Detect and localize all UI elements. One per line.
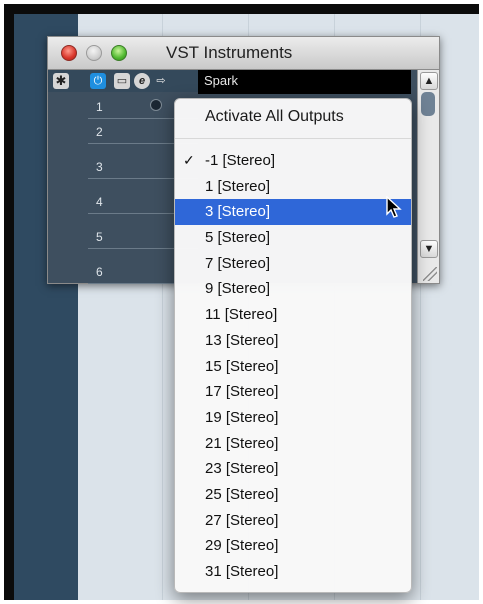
menu-item-label: 29 [Stereo] [205, 537, 279, 555]
resize-grip-icon[interactable] [423, 267, 437, 281]
menu-item-label: 11 [Stereo] [205, 306, 278, 324]
window-title: VST Instruments [166, 43, 293, 62]
menu-item-output[interactable]: 21 [Stereo] [175, 431, 411, 457]
menu-item-output[interactable]: 17 [Stereo] [175, 379, 411, 405]
menu-item-label: 31 [Stereo] [205, 563, 279, 580]
instrument-toolbar: ✱ ⏻ ▭ e ⇨ [48, 70, 198, 92]
menu-item-label: 9 [Stereo] [205, 280, 271, 298]
menu-item-label: 15 [Stereo] [205, 357, 279, 375]
menu-item-output[interactable]: 19 [Stereo] [175, 405, 411, 431]
menu-item-output[interactable]: 9 [Stereo] [175, 276, 411, 302]
menu-item-label: 3 [Stereo] [205, 203, 271, 221]
mouse-cursor-icon [386, 196, 402, 218]
menu-item-label: 19 [Stereo] [205, 408, 279, 426]
knob-icon[interactable] [150, 99, 162, 111]
slot-number: 4 [96, 195, 103, 209]
minimize-window-icon[interactable] [86, 45, 102, 61]
window-titlebar[interactable]: VST Instruments [48, 37, 439, 70]
menu-item-label: 23 [Stereo] [205, 460, 279, 478]
menu-item-output[interactable]: 29 [Stereo] [175, 533, 411, 559]
menu-item-output[interactable]: 7 [Stereo] [175, 251, 411, 277]
menu-item-output[interactable]: 15 [Stereo] [175, 354, 411, 380]
menu-item-output[interactable]: ✓ -1 [Stereo] [175, 148, 411, 174]
output-icon[interactable]: ⇨ [153, 73, 169, 89]
menu-item-label: 25 [Stereo] [205, 485, 279, 503]
slot-number: 5 [96, 230, 103, 244]
menu-item-output[interactable]: 1 [Stereo] [175, 174, 411, 200]
menu-item-output[interactable]: 27 [Stereo] [175, 508, 411, 534]
close-window-icon[interactable] [61, 45, 77, 61]
power-icon[interactable]: ⏻ [90, 73, 106, 89]
vertical-scrollbar[interactable]: ▲ ▼ [417, 70, 439, 283]
menu-item-output[interactable]: 23 [Stereo] [175, 456, 411, 482]
slot-number: 2 [96, 125, 103, 139]
slot-number: 1 [96, 100, 103, 114]
outputs-popup-menu: Activate All Outputs ✓ -1 [Stereo] 1 [Ster… [174, 98, 412, 593]
settings-icon[interactable]: ✱ [53, 73, 69, 89]
menu-item-label: 5 [Stereo] [205, 229, 271, 247]
menu-item-label: 27 [Stereo] [205, 511, 279, 529]
checkmark-icon: ✓ [183, 152, 195, 168]
slot-number: 6 [96, 265, 103, 279]
menu-item-output[interactable]: 25 [Stereo] [175, 482, 411, 508]
zoom-window-icon[interactable] [111, 45, 127, 61]
menu-item-label: 7 [Stereo] [205, 254, 271, 272]
panel-icon[interactable]: ▭ [114, 73, 130, 89]
menu-item-label: 13 [Stereo] [205, 331, 279, 349]
menu-separator [175, 138, 411, 139]
menu-item-label: 1 [Stereo] [205, 177, 271, 195]
activate-all-outputs-item[interactable]: Activate All Outputs [205, 108, 344, 126]
menu-item-output[interactable]: 11 [Stereo] [175, 302, 411, 328]
menu-item-label: 21 [Stereo] [205, 434, 279, 452]
menu-item-label: 17 [Stereo] [205, 383, 279, 401]
edit-icon[interactable]: e [134, 73, 150, 89]
scroll-thumb[interactable] [421, 92, 435, 116]
instrument-slot-name[interactable]: Spark [198, 70, 411, 94]
slot-number: 3 [96, 160, 103, 174]
menu-item-output[interactable]: 5 [Stereo] [175, 225, 411, 251]
output-list: ✓ -1 [Stereo] 1 [Stereo] 3 [Stereo] 5 [Stere… [175, 148, 411, 585]
menu-item-output[interactable]: 13 [Stereo] [175, 328, 411, 354]
scroll-down-icon[interactable]: ▼ [420, 240, 438, 258]
menu-item-output[interactable]: 3 [Stereo] [175, 199, 411, 226]
menu-item-label: -1 [Stereo] [205, 152, 276, 169]
scroll-up-icon[interactable]: ▲ [420, 72, 438, 90]
menu-item-output[interactable]: 31 [Stereo] [175, 559, 411, 585]
